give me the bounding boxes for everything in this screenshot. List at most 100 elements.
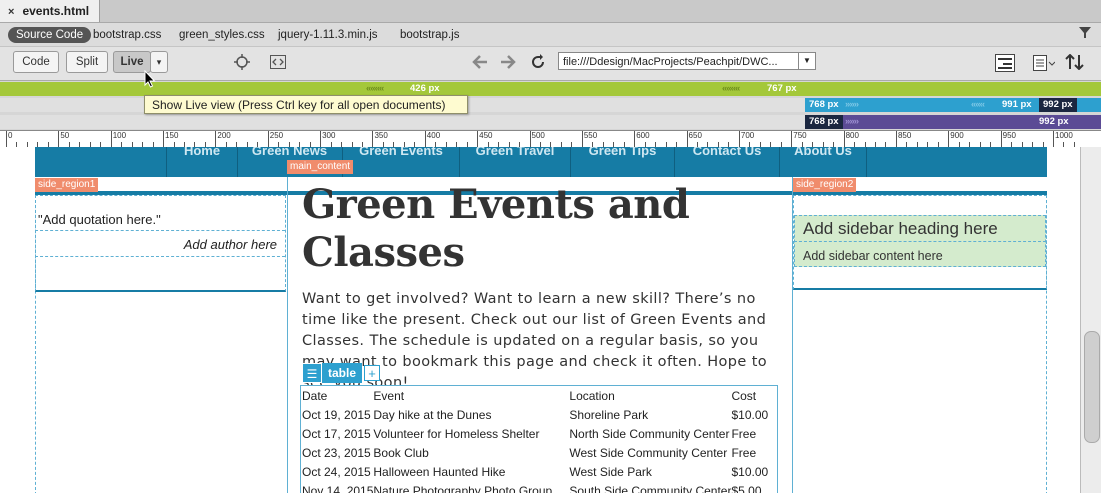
table-header-cost: Cost bbox=[731, 388, 757, 403]
ruler-tick bbox=[529, 131, 531, 147]
related-file-source-code[interactable]: Source Code bbox=[8, 27, 92, 43]
table-cell: Nov 14, 2015 bbox=[302, 483, 374, 493]
table-header-row: Date Event Location Cost bbox=[302, 386, 776, 405]
side-region-1-tag[interactable]: side_region1 bbox=[35, 178, 99, 192]
top-navigation-bar: Home Green News Green Events Green Trave… bbox=[35, 147, 1047, 177]
close-icon[interactable]: × bbox=[8, 6, 14, 18]
ruler-tick bbox=[843, 131, 845, 147]
table-cell: West Side Park bbox=[569, 464, 652, 479]
author-text[interactable]: Add author here bbox=[35, 233, 285, 257]
ruler-label: 850 bbox=[897, 131, 912, 140]
ruler-label: 200 bbox=[217, 131, 231, 140]
url-text: file:///Ddesign/MacProjects/Peachpit/DWC… bbox=[563, 56, 778, 68]
related-file-bootstrap-js[interactable]: bootstrap.js bbox=[400, 27, 459, 43]
table-row[interactable]: Nov 14, 2015 Nature Photography Photo Gr… bbox=[302, 481, 776, 493]
ruler-tick bbox=[372, 131, 374, 147]
vertical-scrollbar[interactable] bbox=[1080, 147, 1101, 493]
related-file-bootstrap-css[interactable]: bootstrap.css bbox=[93, 27, 161, 43]
table-cell: Day hike at the Dunes bbox=[373, 407, 492, 422]
nav-link-green-travel[interactable]: Green Travel bbox=[460, 147, 571, 177]
document-tab[interactable]: × events.html bbox=[0, 0, 100, 22]
mq-purple-max: 992 px bbox=[1035, 115, 1073, 129]
media-query-bar-blue[interactable]: 768 px ›››››› ‹‹‹‹‹‹ 991 px 992 px bbox=[805, 98, 1101, 112]
scrollbar-thumb[interactable] bbox=[1084, 331, 1100, 443]
chevron-down-icon[interactable]: ▼ bbox=[798, 53, 815, 69]
ruler-label: 100 bbox=[112, 131, 127, 140]
code-view-button[interactable]: Code bbox=[13, 51, 59, 73]
media-query-bar-green[interactable]: ‹‹‹‹‹‹‹‹ 426 px ‹‹‹‹‹‹‹‹ 767 px bbox=[0, 82, 1101, 96]
ruler-label: 950 bbox=[1002, 131, 1016, 140]
quotation-text[interactable]: "Add quotation here." bbox=[35, 209, 285, 231]
url-field[interactable]: file:///Ddesign/MacProjects/Peachpit/DWC… bbox=[558, 52, 816, 70]
ruler-tick bbox=[948, 131, 950, 147]
mq-blue-max: 991 px bbox=[1002, 99, 1032, 110]
events-table[interactable]: Date Event Location Cost Oct 19, 2015 Da… bbox=[302, 386, 776, 493]
mq-purple-min: 768 px bbox=[805, 115, 843, 129]
table-cell: South Side Community Center bbox=[569, 483, 732, 493]
table-cell: $5.00 bbox=[731, 483, 762, 493]
table-cell: Halloween Haunted Hike bbox=[373, 464, 506, 479]
sort-icon[interactable] bbox=[1065, 53, 1085, 73]
ruler-label: 300 bbox=[322, 131, 336, 140]
table-cell: Free bbox=[731, 426, 757, 441]
table-cell: $10.00 bbox=[731, 464, 769, 479]
ruler-tick bbox=[738, 131, 740, 147]
filter-icon[interactable] bbox=[1079, 26, 1091, 42]
ruler-tick bbox=[58, 131, 60, 147]
ruler-tick bbox=[581, 131, 583, 147]
media-query-row-3: 768 px ›››››› 992 px bbox=[0, 115, 1101, 129]
ruler-tick bbox=[163, 131, 165, 147]
hamburger-menu-icon[interactable]: ☰ bbox=[302, 363, 322, 383]
table-cell: Oct 19, 2015 bbox=[302, 407, 371, 422]
nav-link-contact-us[interactable]: Contact Us bbox=[675, 147, 780, 177]
refresh-icon[interactable] bbox=[530, 54, 546, 73]
ruler-tick bbox=[215, 131, 217, 147]
sidebar-divider bbox=[794, 241, 1046, 242]
ruler-label: 650 bbox=[688, 131, 702, 140]
live-view-tooltip: Show Live view (Press Ctrl key for all o… bbox=[144, 95, 468, 114]
table-tag-label[interactable]: table bbox=[322, 363, 363, 383]
chevrons-right-icon: ›››››› bbox=[845, 99, 859, 110]
layout-icon[interactable] bbox=[995, 54, 1015, 75]
nav-link-green-events[interactable]: Green Events bbox=[343, 147, 460, 177]
ruler-tick bbox=[634, 131, 636, 147]
ruler-label: 0 bbox=[8, 131, 13, 140]
inspect-icon[interactable] bbox=[234, 54, 250, 73]
ruler-tick bbox=[1000, 131, 1002, 147]
code-navigator-icon[interactable] bbox=[270, 55, 286, 72]
related-file-green-styles-css[interactable]: green_styles.css bbox=[179, 27, 265, 43]
nav-link-home[interactable]: Home bbox=[166, 147, 238, 177]
ruler-tick bbox=[791, 131, 793, 147]
ruler-label: 150 bbox=[165, 131, 179, 140]
table-cell: West Side Community Center bbox=[569, 445, 728, 460]
table-row[interactable]: Oct 17, 2015 Volunteer for Homeless Shel… bbox=[302, 424, 776, 443]
media-query-bar-purple[interactable]: 768 px ›››››› 992 px bbox=[805, 115, 1101, 129]
table-header-location: Location bbox=[569, 388, 615, 403]
ruler-label: 800 bbox=[845, 131, 859, 140]
nav-link-green-tips[interactable]: Green Tips bbox=[571, 147, 675, 177]
table-header-date: Date bbox=[302, 388, 328, 403]
arrow-left-icon[interactable] bbox=[472, 55, 488, 72]
related-file-jquery[interactable]: jquery-1.11.3.min.js bbox=[278, 27, 378, 43]
side-region-2-tag[interactable]: side_region2 bbox=[793, 178, 857, 192]
table-row[interactable]: Oct 23, 2015 Book Club West Side Communi… bbox=[302, 443, 776, 462]
table-row[interactable]: Oct 24, 2015 Halloween Haunted Hike West… bbox=[302, 462, 776, 481]
table-cell: North Side Community Center bbox=[569, 426, 730, 441]
split-view-button[interactable]: Split bbox=[66, 51, 108, 73]
sidebar-content[interactable]: Add sidebar content here bbox=[803, 249, 943, 263]
page-options-icon[interactable] bbox=[1033, 55, 1056, 74]
live-view-canvas: Home Green News Green Events Green Trave… bbox=[0, 147, 1080, 493]
sidebar-heading[interactable]: Add sidebar heading here bbox=[803, 219, 998, 239]
ruler-label: 50 bbox=[60, 131, 70, 140]
add-class-button[interactable]: + bbox=[364, 365, 380, 381]
ruler-label: 400 bbox=[426, 131, 441, 140]
page-title[interactable]: Green Events and Classes bbox=[302, 181, 782, 277]
nav-link-about-us[interactable]: About Us bbox=[780, 147, 867, 177]
table-cell: Oct 17, 2015 bbox=[302, 426, 371, 441]
ruler-label: 750 bbox=[793, 131, 807, 140]
table-row[interactable]: Oct 19, 2015 Day hike at the Dunes Shore… bbox=[302, 405, 776, 424]
main-content-tag[interactable]: main_content bbox=[287, 160, 354, 174]
arrow-right-icon[interactable] bbox=[500, 55, 516, 72]
ruler-tick bbox=[6, 131, 7, 147]
table-header-event: Event bbox=[373, 388, 405, 403]
